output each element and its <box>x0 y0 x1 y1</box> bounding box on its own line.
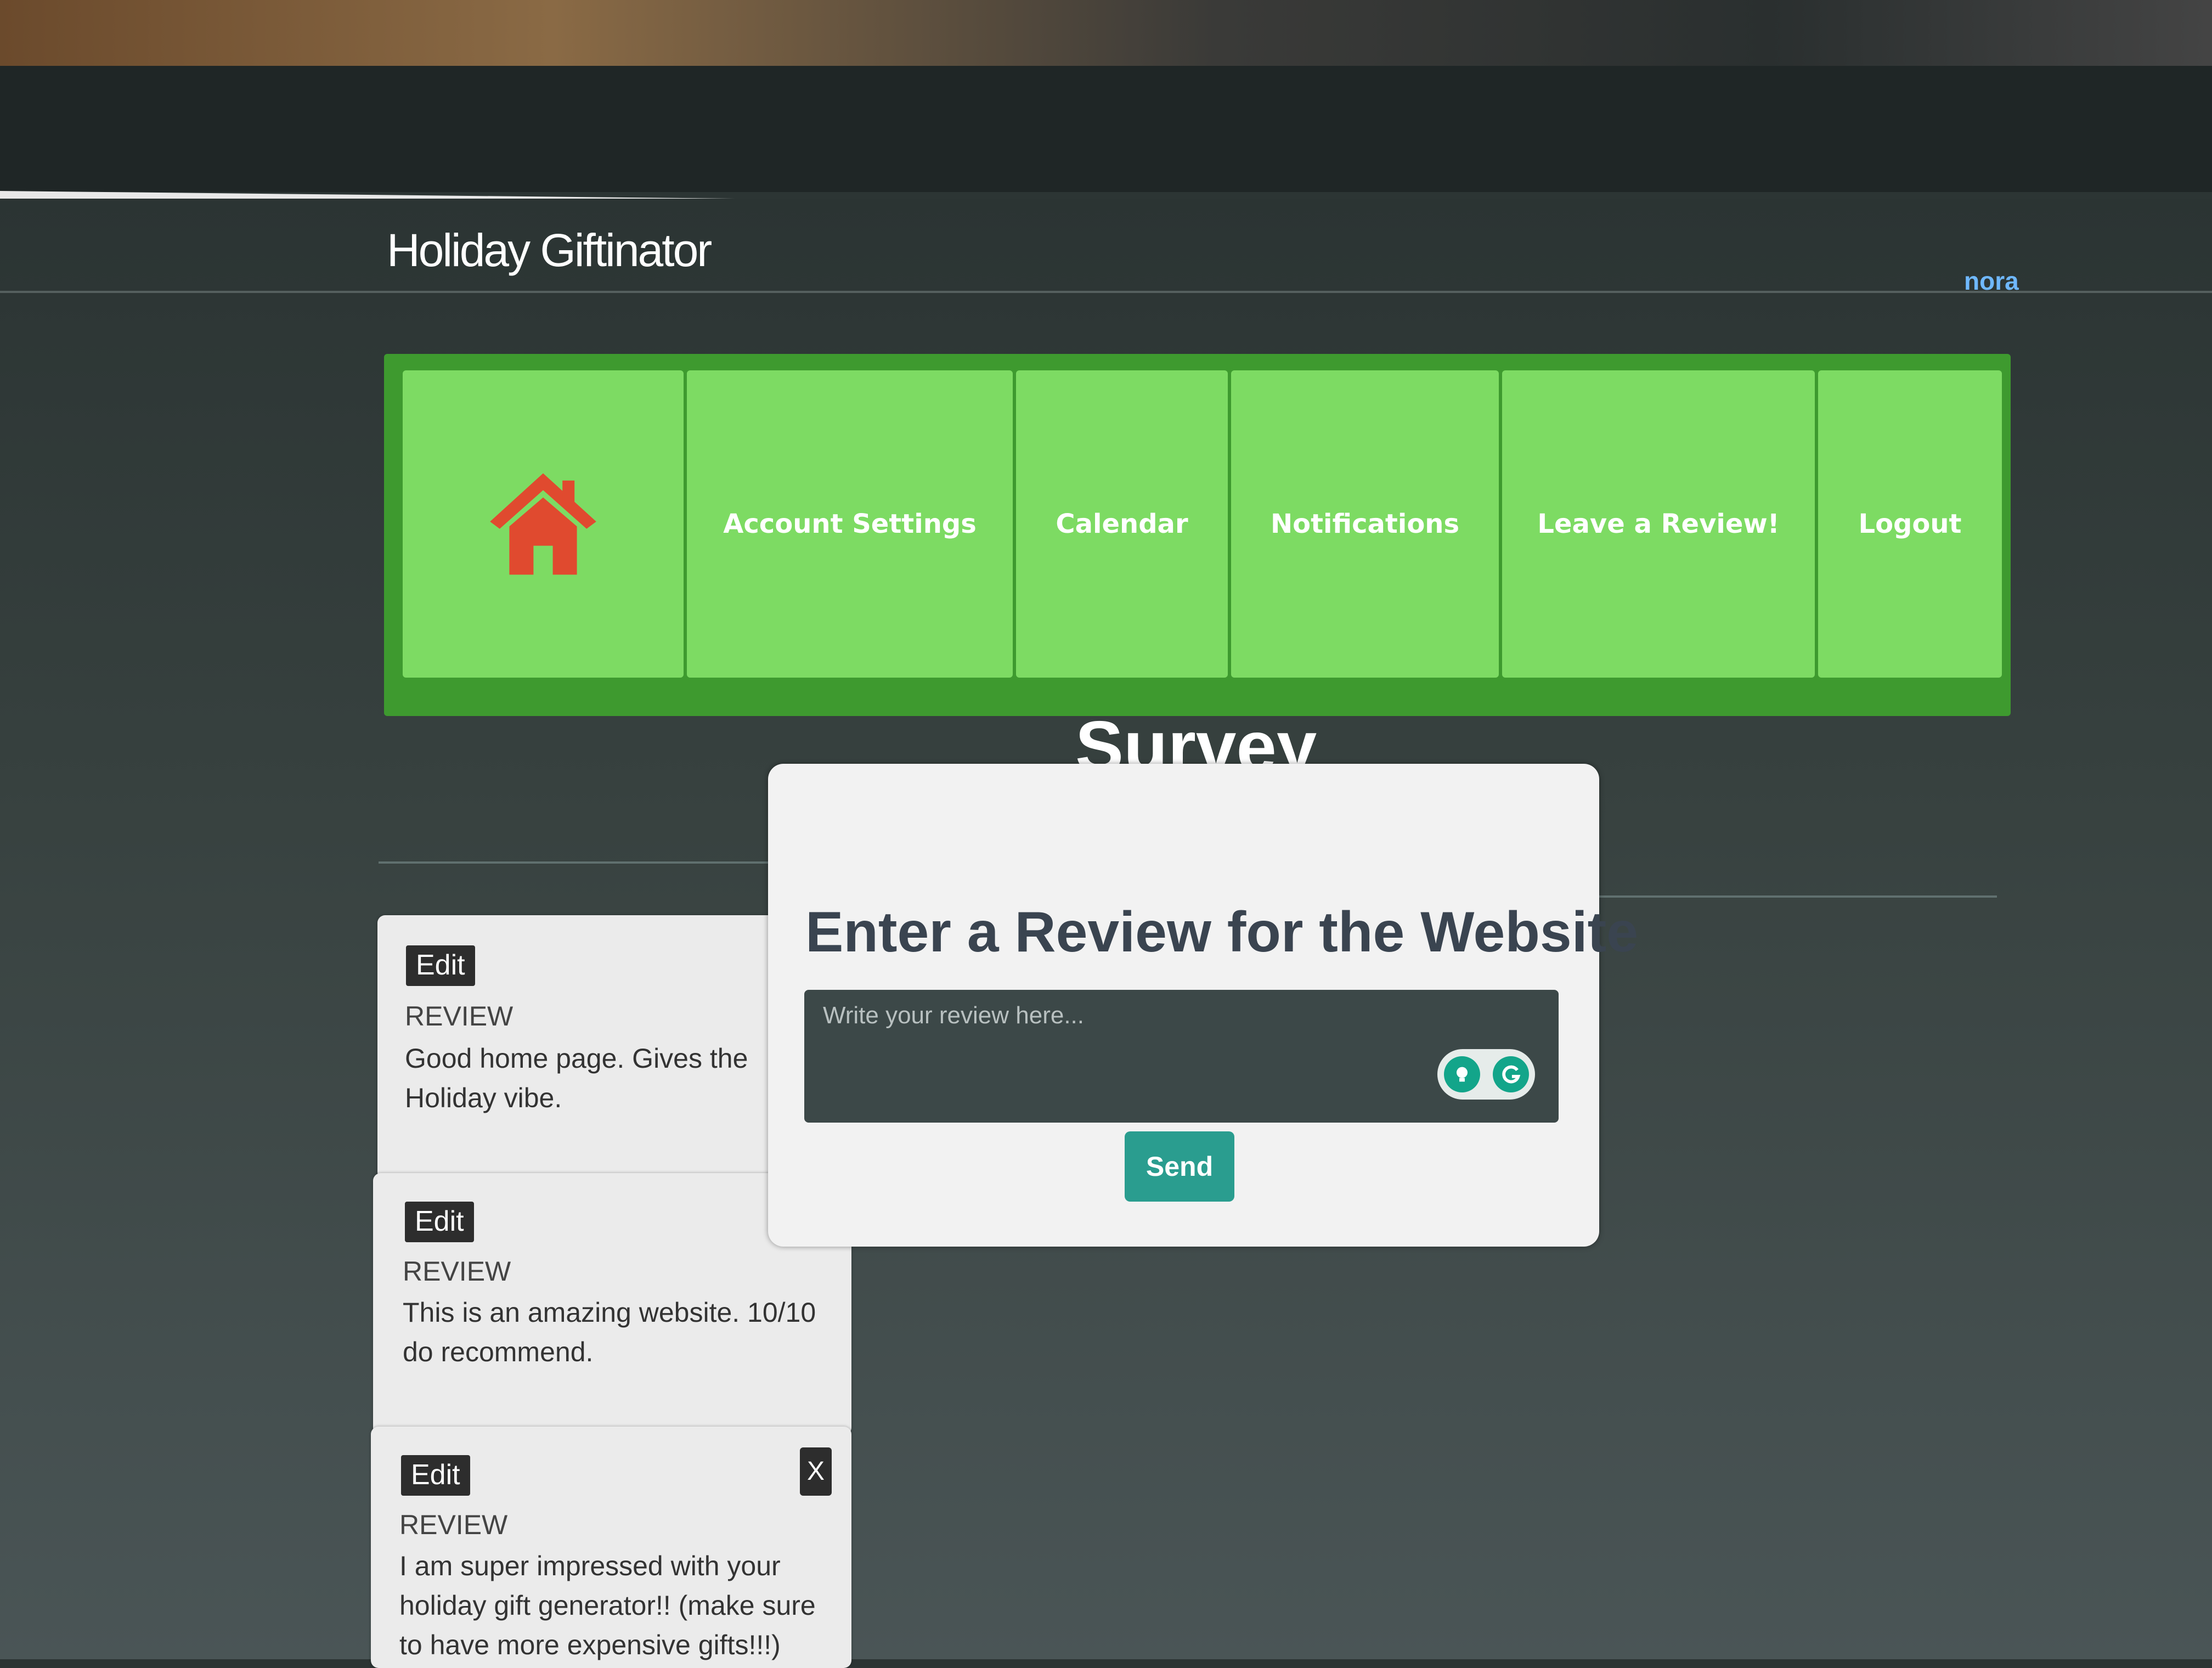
review-text: I am super impressed with your holiday g… <box>399 1551 816 1660</box>
delete-button[interactable]: X <box>800 1447 832 1496</box>
menu-label: Leave a Review! <box>1537 509 1780 539</box>
monitor-bezel <box>0 66 2212 192</box>
menu-account-settings[interactable]: Account Settings <box>687 370 1013 678</box>
lightbulb-icon[interactable] <box>1443 1056 1480 1092</box>
menu-label: Account Settings <box>723 509 977 539</box>
review-text: This is an amazing website. 10/10 do rec… <box>403 1297 816 1367</box>
menu-label: Logout <box>1858 509 1962 539</box>
menu-logout[interactable]: Logout <box>1818 370 2002 678</box>
review-tag: REVIEW <box>405 1001 514 1032</box>
send-button[interactable]: Send <box>1125 1131 1234 1202</box>
section-divider <box>379 861 774 864</box>
edit-button[interactable]: Edit <box>406 945 475 986</box>
menu-notifications[interactable]: Notifications <box>1231 370 1499 678</box>
menu-home[interactable] <box>403 370 684 678</box>
grammar-extension-widget[interactable] <box>1437 1049 1535 1100</box>
navbar-divider <box>0 291 2212 293</box>
grammarly-icon[interactable] <box>1492 1056 1529 1092</box>
section-divider <box>1591 895 1997 898</box>
home-icon <box>490 473 596 575</box>
review-text: Good home page. Gives the Holiday vibe. <box>405 1043 748 1113</box>
review-tag: REVIEW <box>403 1256 511 1287</box>
menu-label: Calendar <box>1056 509 1188 539</box>
modal-title: Enter a Review for the Website <box>805 900 1639 964</box>
review-modal: Enter a Review for the Website Send <box>768 764 1639 1247</box>
background-desk <box>0 0 2212 77</box>
main-menu: Account Settings Calendar Notifications … <box>384 354 2011 716</box>
menu-label: Notifications <box>1270 509 1460 539</box>
review-card: Edit X REVIEW I am super impressed with … <box>371 1427 851 1668</box>
app-brand[interactable]: Holiday Giftinator <box>387 224 712 277</box>
edit-button[interactable]: Edit <box>405 1202 474 1242</box>
menu-leave-review[interactable]: Leave a Review! <box>1502 370 1815 678</box>
edit-button[interactable]: Edit <box>401 1455 470 1496</box>
menu-calendar[interactable]: Calendar <box>1016 370 1228 678</box>
review-tag: REVIEW <box>399 1509 508 1540</box>
